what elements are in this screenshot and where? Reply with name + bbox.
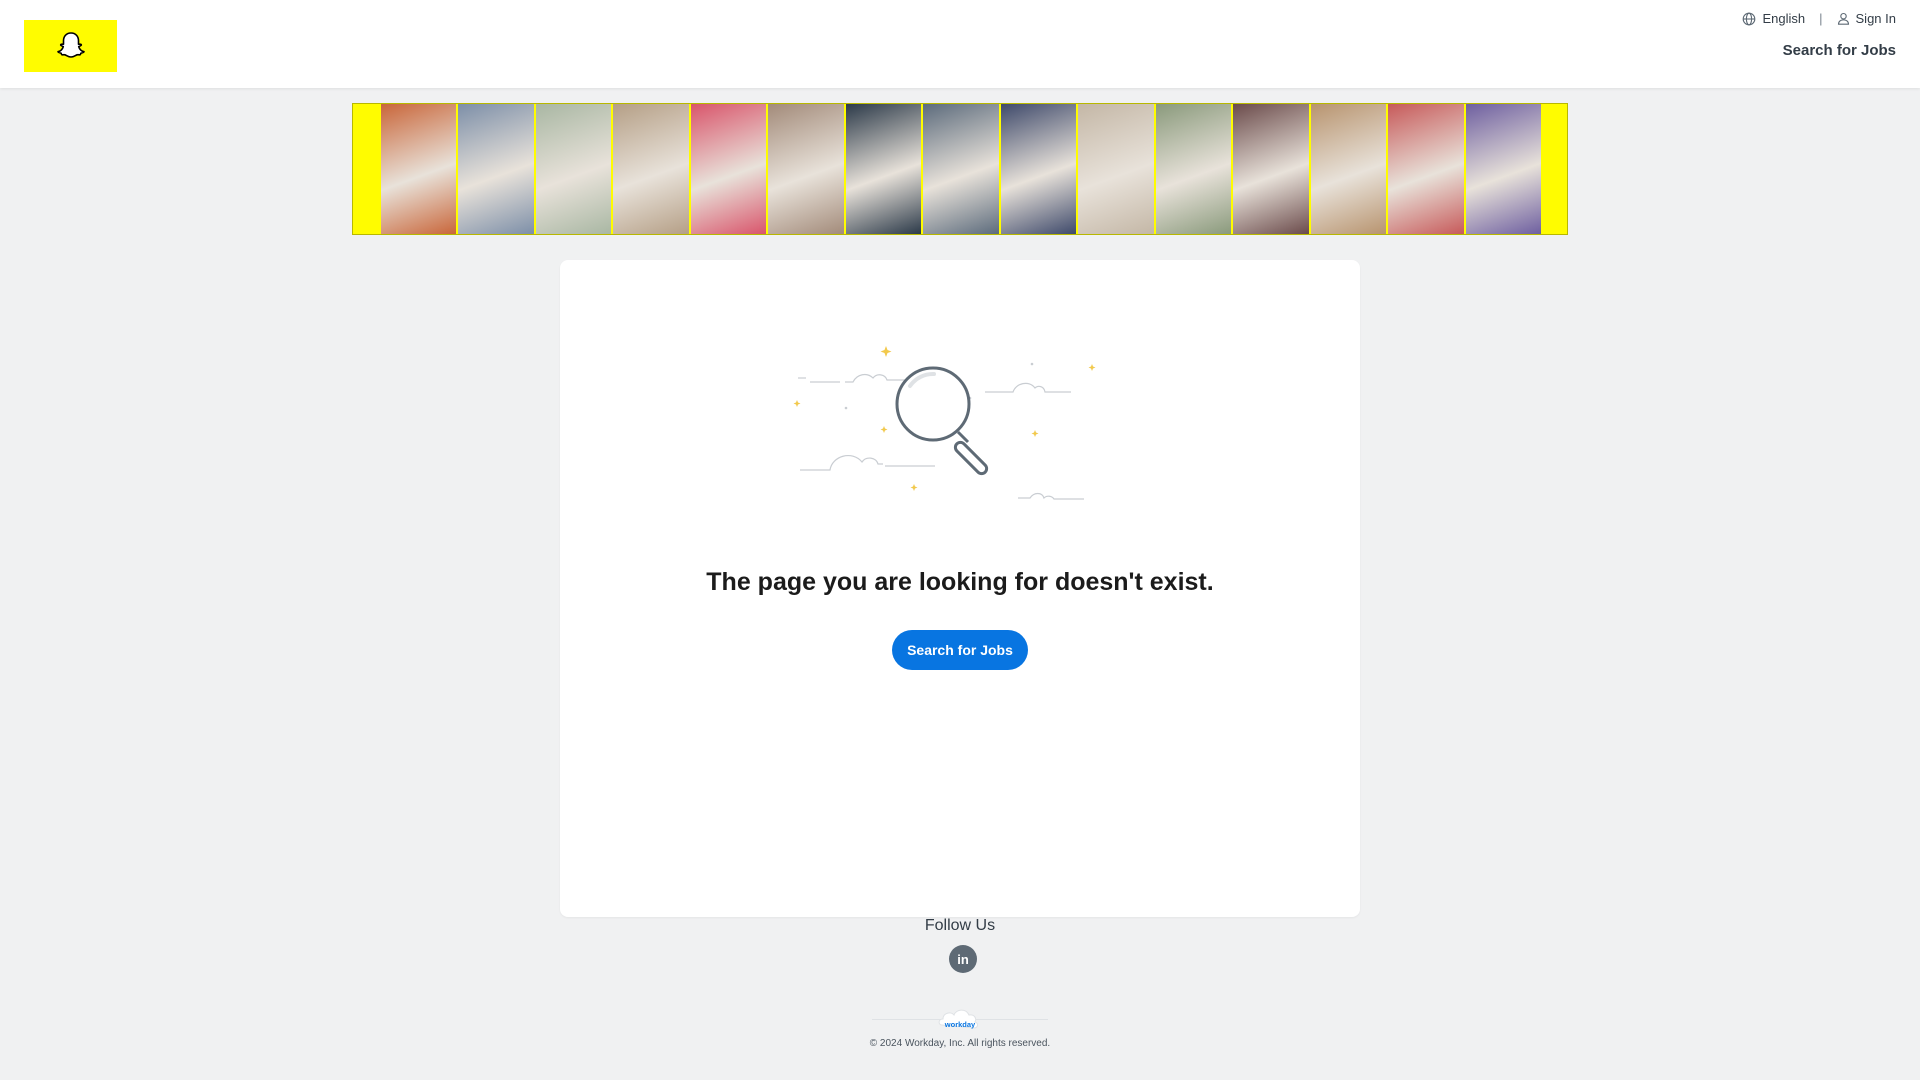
snapchat-ghost-icon [56, 32, 85, 58]
banner-photo-tile [921, 104, 999, 234]
error-title: The page you are looking for doesn't exi… [706, 568, 1214, 596]
user-icon [1837, 12, 1849, 25]
utility-nav: English | Sign In [1742, 11, 1896, 26]
linkedin-icon[interactable]: in [949, 945, 977, 973]
banner-photo-tile [1308, 104, 1387, 234]
banner-photo-tile [998, 104, 1077, 234]
banner-photo-tile [1463, 104, 1542, 234]
workday-logo-text: workday [944, 1020, 976, 1029]
sign-in-link[interactable]: Sign In [1837, 11, 1896, 26]
banner-photo-tile [688, 104, 767, 234]
follow-us-label: Follow Us [924, 917, 996, 934]
magnifying-glass-illustration [793, 346, 1096, 500]
banner-photo-tile [611, 104, 689, 234]
banner-photo-tile [1153, 104, 1232, 234]
banner-photo-tile [379, 104, 457, 234]
banner-edge-left [353, 104, 379, 234]
workday-logo-icon: workday [938, 1009, 978, 1029]
banner-photo-tile [456, 104, 534, 234]
language-selector[interactable]: English [1742, 11, 1805, 26]
hero-banner [352, 103, 1568, 235]
copyright-text: © 2024 Workday, Inc. All rights reserved… [869, 1038, 1051, 1049]
sign-in-label: Sign In [1855, 11, 1896, 26]
banner-photo-tile [766, 104, 844, 234]
banner-photo-tile [843, 104, 922, 234]
site-header: English | Sign In Search for Jobs [0, 0, 1920, 88]
utility-divider: | [1819, 11, 1823, 26]
banner-photo-tile [1076, 104, 1154, 234]
banner-edge-right [1541, 104, 1567, 234]
snapchat-logo[interactable] [24, 20, 117, 72]
globe-icon [1743, 12, 1756, 25]
search-for-jobs-button[interactable]: Search for Jobs [892, 630, 1028, 670]
banner-photo-tile [533, 104, 612, 234]
banner-photo-strip [379, 104, 1542, 234]
banner-photo-tile [1386, 104, 1464, 234]
banner-photo-tile [1231, 104, 1309, 234]
error-card: The page you are looking for doesn't exi… [560, 260, 1360, 917]
nav-search-for-jobs-link[interactable]: Search for Jobs [1783, 42, 1896, 59]
language-label: English [1762, 11, 1806, 26]
